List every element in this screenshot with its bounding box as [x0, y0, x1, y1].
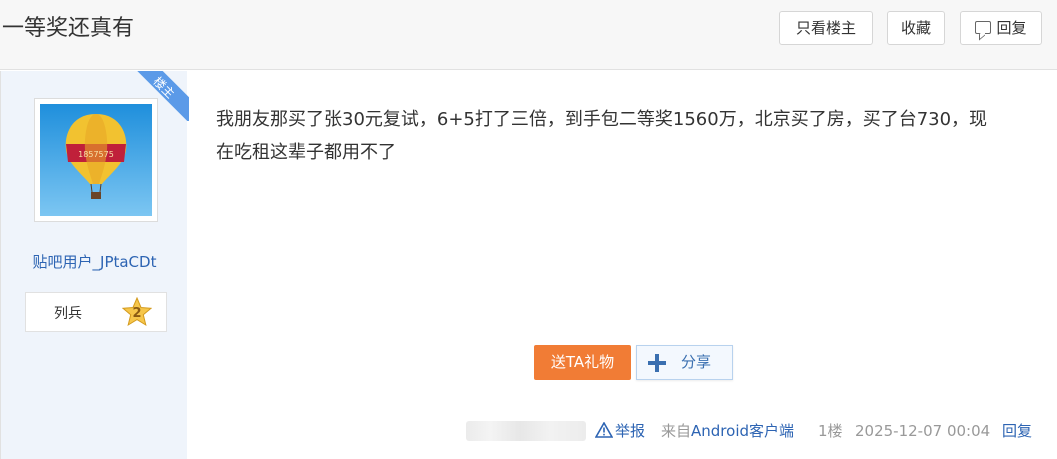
send-gift-button[interactable]: 送TA礼物: [534, 345, 631, 380]
author-level: 列兵 2: [25, 292, 167, 332]
level-name: 列兵: [54, 306, 82, 322]
plus-icon: [648, 354, 666, 372]
reply-button[interactable]: 回复: [960, 11, 1042, 45]
hot-air-balloon-avatar: 1857575: [40, 104, 152, 216]
balloon-text: 1857575: [78, 150, 114, 159]
post-source: 来自Android客户端: [661, 421, 794, 441]
share-button-label: 分享: [681, 353, 712, 371]
star-icon: 2: [122, 297, 152, 327]
author-username[interactable]: 贴吧用户_JPtaCDt: [1, 251, 188, 272]
only-author-button[interactable]: 只看楼主: [779, 11, 873, 45]
comment-icon: [975, 21, 992, 34]
reply-button-label: 回复: [996, 19, 1027, 37]
post-timestamp: 2025-12-07 00:04: [855, 422, 991, 440]
avatar[interactable]: 1857575: [34, 98, 158, 222]
report-label: 举报: [615, 422, 646, 440]
android-client-link[interactable]: Android客户端: [691, 422, 794, 440]
warning-icon: [595, 422, 613, 438]
share-button[interactable]: 分享: [636, 345, 733, 380]
thread-header: 一等奖还真有 只看楼主 收藏 回复: [0, 0, 1057, 70]
floor-number: 1楼: [818, 422, 843, 440]
report-link[interactable]: 举报: [595, 421, 645, 441]
source-prefix: 来自: [661, 422, 692, 440]
favorite-button[interactable]: 收藏: [887, 11, 945, 45]
post-content: 我朋友那买了张30元复试，6+5打了三倍，到手包二等奖1560万，北京买了房，买…: [216, 109, 988, 163]
floor-reply-link[interactable]: 回复: [1002, 421, 1032, 441]
level-number: 2: [132, 306, 141, 321]
author-panel: 楼主 1857575 贴吧用户_JPtaCDt 列兵 2: [0, 71, 189, 459]
thread-title: 一等奖还真有: [2, 16, 135, 41]
blurred-content: [466, 421, 586, 441]
